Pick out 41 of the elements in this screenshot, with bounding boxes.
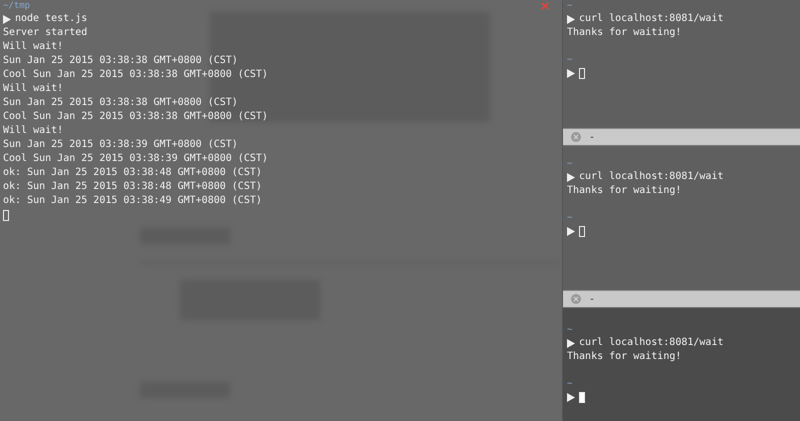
tab-title: - [589,132,596,142]
prompt-arrow-icon [3,14,11,24]
output-line: Cool Sun Jan 25 2015 03:38:38 GMT+0800 (CST) [3,110,269,124]
command-text: curl localhost:8081/wait [579,336,724,350]
tab-title: - [589,294,596,304]
directory-path: ~ [567,324,572,336]
prompt-arrow-icon [567,68,575,78]
prompt-arrow-icon [567,338,575,348]
prompt-arrow-icon [567,226,575,236]
directory-path: ~ [567,54,572,66]
close-icon[interactable] [541,2,549,10]
output-line: Will wait! [3,124,64,138]
tab-bar[interactable]: - [563,128,800,146]
prompt-arrow-icon [567,14,575,24]
command-text: curl localhost:8081/wait [579,12,724,26]
prompt-arrow-icon [567,172,575,182]
directory-path: ~ [567,158,572,170]
output-line: Sun Jan 25 2015 03:38:39 GMT+0800 (CST) [3,138,239,152]
output-line: Sun Jan 25 2015 03:38:38 GMT+0800 (CST) [3,54,239,68]
output-line: Thanks for waiting! [567,184,682,198]
output-line: Cool Sun Jan 25 2015 03:38:39 GMT+0800 (CST) [3,152,269,166]
close-icon[interactable] [571,294,581,304]
output-line: Server started [3,26,88,40]
output-line: ok: Sun Jan 25 2015 03:38:49 GMT+0800 (CST) [3,194,263,208]
output-line: ok: Sun Jan 25 2015 03:38:48 GMT+0800 (CST) [3,166,263,180]
output-line: Thanks for waiting! [567,350,682,364]
directory-path: ~ [567,378,572,390]
output-line: Cool Sun Jan 25 2015 03:38:38 GMT+0800 (CST) [3,68,269,82]
close-icon[interactable] [571,132,581,142]
directory-path: ~ [567,0,572,12]
output-line: Will wait! [3,40,64,54]
prompt-arrow-icon [567,392,575,402]
output-line: Sun Jan 25 2015 03:38:38 GMT+0800 (CST) [3,96,239,110]
directory-path: ~/tmp [3,0,30,12]
output-line: Will wait! [3,82,64,96]
output-line: Thanks for waiting! [567,26,682,40]
output-line: ok: Sun Jan 25 2015 03:38:48 GMT+0800 (CST) [3,180,263,194]
command-text: node test.js [15,12,88,26]
directory-path: ~ [567,212,572,224]
command-text: curl localhost:8081/wait [579,170,724,184]
tab-bar[interactable]: - [563,290,800,308]
